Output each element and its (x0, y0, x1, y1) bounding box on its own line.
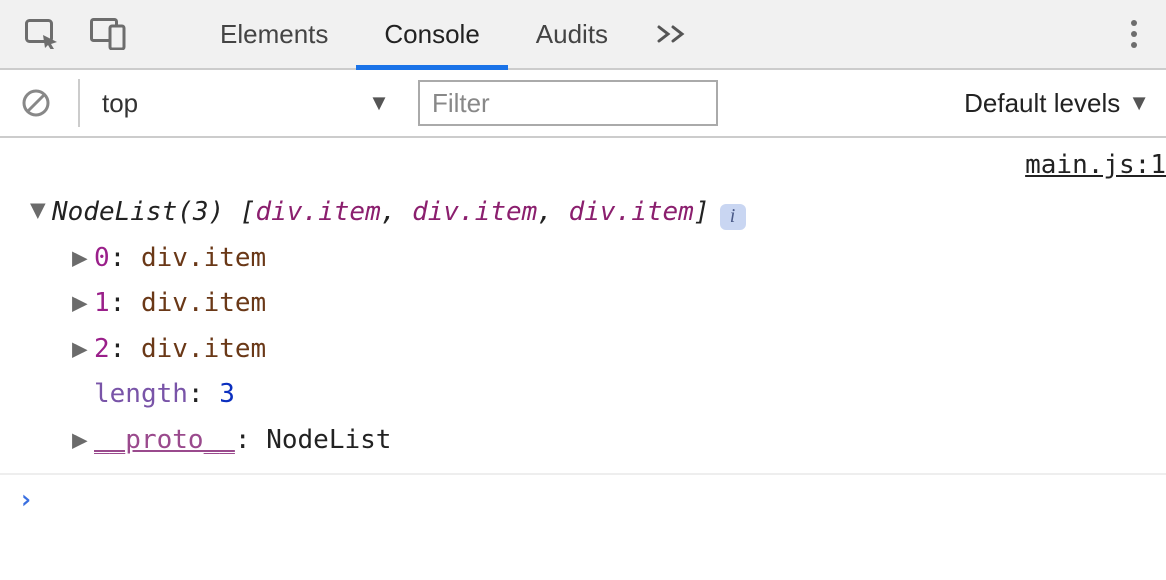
object-class: NodeList (52, 197, 177, 227)
inspect-element-icon[interactable] (20, 12, 64, 56)
clear-icon (20, 87, 52, 119)
disclosure-triangle-icon[interactable]: ▶ (72, 281, 94, 327)
proto-row[interactable]: ▶ __proto__: NodeList (30, 418, 1166, 464)
object-entry-row[interactable]: ▶ 0: div.item (30, 236, 1166, 282)
entry-value: div.item (141, 288, 266, 318)
source-link-text: main.js:1 (1025, 150, 1166, 180)
entry-value: div.item (141, 334, 266, 364)
chevron-double-right-icon (656, 24, 690, 44)
more-tabs-button[interactable] (636, 0, 710, 68)
console-output: ▼ NodeList(3) [div.item, div.item, div.i… (0, 184, 1166, 475)
object-summary: NodeList(3) [div.item, div.item, div.ite… (52, 190, 710, 236)
entry-index: 2 (94, 334, 110, 364)
kebab-icon (1130, 19, 1138, 49)
execution-context-selector[interactable]: top ▼ (78, 79, 390, 127)
object-entry-row[interactable]: ▶ 2: div.item (30, 327, 1166, 373)
proto-label: __proto__ (94, 425, 235, 455)
devtools-topbar: Elements Console Audits (0, 0, 1166, 70)
settings-menu-button[interactable] (1114, 19, 1154, 49)
preview-item: div.item (256, 197, 381, 227)
device-toolbar-icon[interactable] (86, 12, 130, 56)
object-header-row[interactable]: ▼ NodeList(3) [div.item, div.item, div.i… (30, 190, 1166, 236)
entry-index: 0 (94, 243, 110, 273)
log-levels-selector[interactable]: Default levels ▼ (964, 88, 1150, 119)
prompt-caret-icon: › (18, 485, 34, 515)
preview-item: div.item (412, 197, 537, 227)
length-value: 3 (219, 379, 235, 409)
context-label: top (102, 88, 138, 119)
length-label: length (94, 379, 188, 409)
object-entry-row[interactable]: ▶ 1: div.item (30, 281, 1166, 327)
filter-input[interactable] (418, 80, 718, 126)
tab-audits[interactable]: Audits (508, 0, 636, 68)
info-badge-icon[interactable]: i (720, 204, 746, 230)
preview-item: div.item (569, 197, 694, 227)
disclosure-triangle-icon[interactable]: ▶ (72, 327, 94, 373)
clear-console-button[interactable] (16, 83, 56, 123)
caret-down-icon: ▼ (1128, 90, 1150, 116)
tab-console[interactable]: Console (356, 0, 507, 68)
tab-label: Console (384, 19, 479, 50)
tab-label: Audits (536, 19, 608, 50)
proto-value: NodeList (266, 425, 391, 455)
caret-down-icon: ▼ (368, 90, 390, 116)
levels-label: Default levels (964, 88, 1120, 119)
disclosure-triangle-open-icon[interactable]: ▼ (30, 188, 52, 234)
console-prompt[interactable]: › (0, 475, 1166, 515)
tab-elements[interactable]: Elements (192, 0, 356, 68)
disclosure-triangle-icon[interactable]: ▶ (72, 418, 94, 464)
entry-value: div.item (141, 243, 266, 273)
disclosure-triangle-icon[interactable]: ▶ (72, 236, 94, 282)
entry-index: 1 (94, 288, 110, 318)
source-link[interactable]: main.js:1 (0, 138, 1166, 184)
devtools-tabs: Elements Console Audits (192, 0, 1114, 68)
length-row: length: 3 (30, 372, 1166, 418)
object-count: (3) (177, 197, 224, 227)
console-subbar: top ▼ Default levels ▼ (0, 70, 1166, 138)
tab-label: Elements (220, 19, 328, 50)
